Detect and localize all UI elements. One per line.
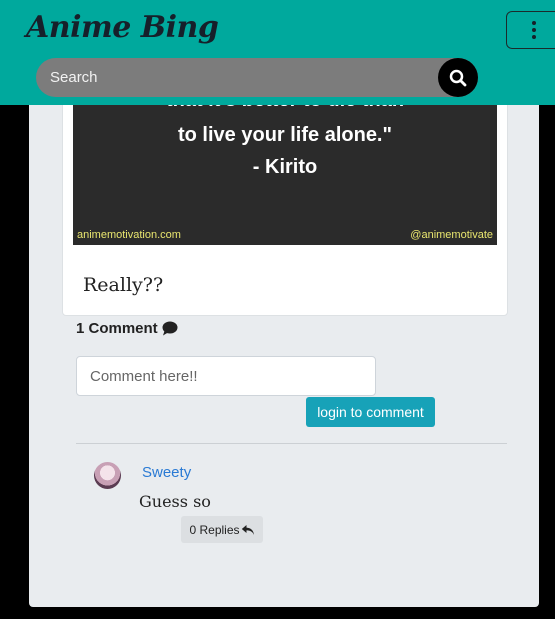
image-watermark: animemotivation.com: [77, 229, 181, 241]
quote-text-line: to live your life alone.": [178, 124, 392, 146]
avatar[interactable]: [94, 462, 121, 489]
image-watermark: @animemotivate: [410, 229, 493, 241]
menu-toggle-button[interactable]: [506, 11, 555, 49]
brand-logo[interactable]: Anime Bing: [26, 10, 219, 45]
replies-button[interactable]: 0 Replies: [181, 516, 263, 543]
comment-username[interactable]: Sweety: [142, 464, 191, 481]
replies-label: 0 Replies: [189, 522, 240, 537]
top-navbar: Anime Bing: [0, 0, 555, 105]
comment-count: 1 Comment: [76, 320, 178, 337]
search-input[interactable]: [36, 58, 436, 97]
search-icon: [449, 69, 467, 87]
quote-author: - Kirito: [252, 156, 318, 178]
vertical-dots-icon: [532, 21, 536, 39]
login-to-comment-button[interactable]: login to comment: [306, 397, 435, 427]
comment-icon: [162, 321, 178, 336]
search-button[interactable]: [438, 58, 478, 97]
comment-input[interactable]: [76, 356, 376, 396]
reply-icon: [241, 524, 254, 535]
post-detail-card: that it's better to die than to live you…: [29, 60, 539, 607]
comment-count-label: 1 Comment: [76, 320, 158, 337]
comment-text: Guess so: [139, 492, 211, 511]
post-caption: Really??: [83, 274, 164, 296]
divider: [76, 443, 507, 444]
search-bar: [36, 58, 478, 97]
